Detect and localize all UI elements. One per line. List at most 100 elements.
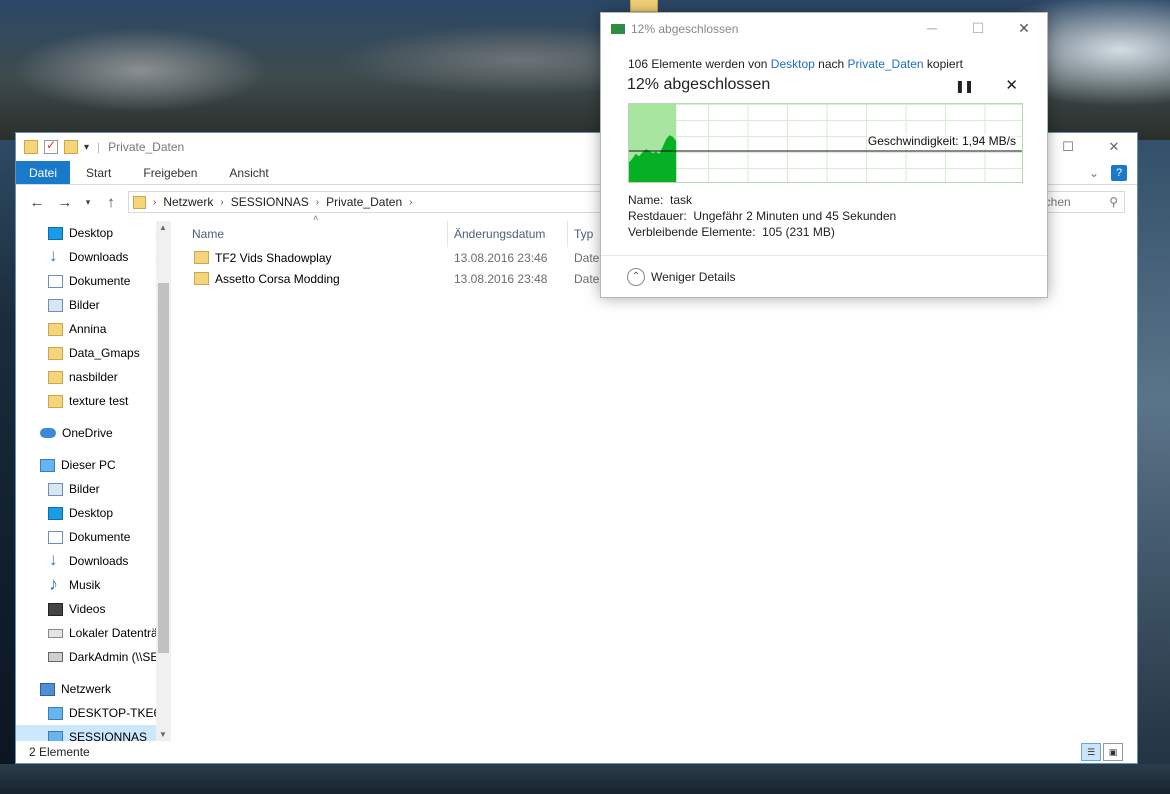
dialog-close-button[interactable]: ✕ [1001,13,1047,43]
dialog-minimize-button[interactable]: ─ [909,13,955,43]
scrollbar-thumb[interactable] [158,283,169,653]
breadcrumb-private-daten[interactable]: Private_Daten [326,195,402,209]
sidebar-item-label: Desktop [69,506,114,520]
maximize-button[interactable]: ☐ [1045,133,1091,161]
desktop-folder-icon[interactable] [630,0,658,12]
search-icon[interactable]: ⚲ [1109,195,1118,209]
sidebar-item-musik[interactable]: Musik [16,573,171,597]
sidebar-item-desktop[interactable]: Desktop [16,501,171,525]
copy-progress-dialog: 12% abgeschlossen ─ ☐ ✕ 106 Elemente wer… [600,12,1048,298]
computer-icon [40,458,55,472]
tab-datei[interactable]: Datei [16,161,71,184]
dialog-divider [601,255,1047,256]
sidebar-item-label: Annina [69,322,107,336]
sidebar-item-bilder[interactable]: Bilder [16,477,171,501]
sidebar-item-dokumente[interactable]: Dokumente [16,525,171,549]
sidebar-item-bilder[interactable]: Bilder📌 [16,293,171,317]
detail-remaining-time: Restdauer: Ungefähr 2 Minuten und 45 Sek… [628,209,896,223]
sidebar-item-label: Musik [69,578,101,592]
navigation-pane: Desktop📌Downloads📌Dokumente📌Bilder📌 Annin… [16,221,171,741]
sidebar-item-desktop-tke62[interactable]: DESKTOP-TKE62 [16,701,171,725]
close-button[interactable]: ✕ [1091,133,1137,161]
breadcrumb-netzwerk[interactable]: Netzwerk [163,195,213,209]
sidebar-item-sessionnas[interactable]: SESSIONNAS [16,725,171,741]
sidebar-item-label: OneDrive [62,426,113,440]
scroll-down-icon[interactable]: ▼ [159,730,167,739]
sidebar-item-onedrive[interactable]: OneDrive [16,421,171,445]
sidebar-item-downloads[interactable]: Downloads📌 [16,245,171,269]
detail-label: Name: [628,193,664,207]
pause-button[interactable]: ❚❚ [955,79,974,93]
quick-access-folder-icon[interactable] [24,140,38,154]
file-date: 13.08.2016 23:46 [454,250,548,265]
chevron-right-icon[interactable]: › [220,197,223,208]
sidebar-item-label: Dokumente [69,274,131,288]
source-link[interactable]: Desktop [771,57,815,71]
detail-value: Ungefähr 2 Minuten und 45 Sekunden [693,209,897,223]
new-folder-icon[interactable] [64,140,78,154]
network-icon [40,682,55,696]
tab-freigeben[interactable]: Freigeben [127,161,213,184]
folder-icon [194,272,209,285]
sidebar-item-this-pc[interactable]: Dieser PC [16,453,171,477]
large-icons-view-icon[interactable]: ▣ [1103,743,1123,761]
sidebar-item-videos[interactable]: Videos [16,597,171,621]
title-separator: | [97,140,101,154]
properties-icon[interactable] [44,138,58,154]
sort-ascending-icon: ˄ [313,213,319,223]
sidebar-item-label: Lokaler Datenträ [69,626,158,640]
sidebar-item-darkadmin-se[interactable]: DarkAdmin (\\SE [16,645,171,669]
tab-ansicht[interactable]: Ansicht [213,161,284,184]
sidebar-item-lokaler-datenträ[interactable]: Lokaler Datenträ [16,621,171,645]
file-name: Assetto Corsa Modding [215,271,340,286]
sidebar-item-downloads[interactable]: Downloads [16,549,171,573]
sidebar-item-nasbilder[interactable]: nasbilder [16,365,171,389]
target-link[interactable]: Private_Daten [848,57,924,71]
customize-toolbar-dropdown-icon[interactable]: ▾ [84,142,89,153]
sidebar-item-texture-test[interactable]: texture test [16,389,171,413]
column-header-name[interactable]: Name [186,221,448,247]
dialog-title-bar[interactable]: 12% abgeschlossen ─ ☐ ✕ [601,13,1047,45]
details-view-icon[interactable]: ☰ [1081,743,1101,761]
copy-icon [611,20,627,34]
expand-ribbon-icon[interactable]: ⌄ [1089,166,1099,180]
sidebar-item-label: Dokumente [69,530,131,544]
item-count: 2 Elemente [29,745,90,759]
sidebar-item-label: SESSIONNAS [69,730,148,741]
desktop-wallpaper-bottom [0,764,1170,794]
sidebar-item-label: Data_Gmaps [69,346,140,360]
up-icon[interactable]: ↑ [100,191,122,213]
recent-locations-icon[interactable]: ▾ [82,191,94,213]
forward-icon[interactable]: → [54,191,76,213]
pictures-icon [48,298,63,312]
documents-icon [48,530,63,544]
cancel-button[interactable]: ✕ [1005,76,1018,94]
file-name-cell[interactable]: TF2 Vids Shadowplay [186,251,448,265]
file-name-cell[interactable]: Assetto Corsa Modding [186,272,448,286]
fewer-details-button[interactable]: ⌃ Weniger Details [627,268,735,286]
folder-icon [48,394,63,408]
file-date: 13.08.2016 23:48 [454,271,548,286]
sidebar-item-annina[interactable]: Annina [16,317,171,341]
sidebar-item-label: Bilder [69,298,100,312]
tab-start[interactable]: Start [70,161,127,184]
sidebar-item-desktop[interactable]: Desktop📌 [16,221,171,245]
sidebar-item-label: Desktop [69,226,114,240]
sidebar-item-dokumente[interactable]: Dokumente📌 [16,269,171,293]
chevron-right-icon[interactable]: › [316,197,319,208]
detail-name: Name: task [628,193,692,207]
sidebar-item-network[interactable]: Netzwerk [16,677,171,701]
back-icon[interactable]: ← [26,191,48,213]
help-icon[interactable]: ? [1111,164,1127,181]
navigation-scrollbar[interactable]: ▲ ▼ [156,221,171,741]
breadcrumb-sessionnas[interactable]: SESSIONNAS [231,195,309,209]
scroll-up-icon[interactable]: ▲ [159,223,167,232]
column-header-date[interactable]: Änderungsdatum [448,221,568,247]
speed-label: Geschwindigkeit: 1,94 MB/s [866,134,1017,148]
video-icon [48,602,63,616]
chevron-right-icon[interactable]: › [409,197,412,208]
sidebar-item-data-gmaps[interactable]: Data_Gmaps [16,341,171,365]
chevron-right-icon[interactable]: › [153,197,156,208]
folder-icon [48,370,63,384]
pictures-icon [48,482,63,496]
